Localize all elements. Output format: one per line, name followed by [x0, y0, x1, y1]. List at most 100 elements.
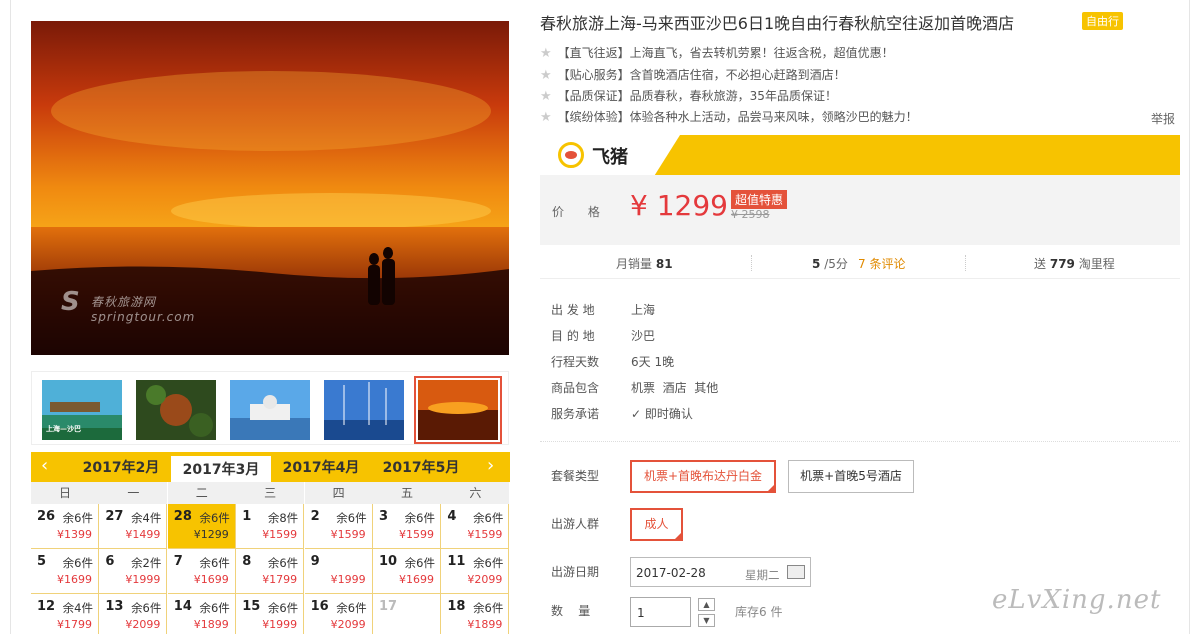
calendar-day-cell[interactable]: 15 余6件 ¥1999: [236, 594, 305, 634]
calendar-day-cell[interactable]: 4 余6件 ¥1599: [441, 504, 510, 549]
calendar-day-number: 2: [310, 509, 320, 524]
calendar-price: ¥1999: [330, 573, 366, 586]
chevron-right-icon[interactable]: ›: [487, 455, 494, 476]
calendar-day-cell[interactable]: 28 余6件 ¥1299: [167, 504, 236, 549]
price-label: 价 格: [552, 205, 610, 219]
calendar-day-number: 5: [37, 554, 47, 569]
date-field[interactable]: 2017-02-28 星期二: [630, 557, 811, 587]
current-price: ¥ 1299: [630, 189, 728, 222]
calendar-month-tab[interactable]: 2017年5月: [371, 454, 471, 482]
calendar-stock: 余6件: [267, 601, 299, 615]
free-travel-badge: 自由行: [1082, 12, 1123, 30]
calendar-stock: 余6件: [473, 511, 504, 525]
calendar-stock: 余4件: [131, 511, 162, 525]
calendar-header: ‹ 2017年2月 2017年3月 2017年4月 2017年5月 ›: [31, 452, 510, 482]
thumbnail-5[interactable]: [414, 376, 502, 444]
weekday-value: 星期二: [745, 568, 780, 582]
calendar-month-tab[interactable]: 2017年2月: [71, 454, 171, 482]
calendar-stock: 余6件: [199, 556, 230, 570]
increment-icon[interactable]: ▲: [698, 598, 715, 611]
calendar-day-cell[interactable]: 13 余6件 ¥2099: [99, 594, 168, 634]
calendar-day-cell[interactable]: 10 余6件 ¥1699: [373, 549, 441, 594]
quantity-label: 数 量: [551, 604, 591, 618]
calendar-day-cell[interactable]: 11 余6件 ¥2099: [441, 549, 510, 594]
calendar-day-number: 4: [447, 509, 457, 524]
calendar-stock: 余6件: [267, 556, 299, 570]
thumbnail-strip: 上海—沙巴: [31, 371, 509, 445]
pig-logo-icon: [558, 142, 584, 168]
attr-value: 沙巴: [631, 329, 656, 343]
calendar-stock: 余6件: [473, 556, 504, 570]
feature-text: 体验各种水上活动，品尝马来风味，领略沙巴的魅力！: [629, 110, 918, 124]
quantity-input[interactable]: 1: [630, 597, 691, 627]
attr-key: 商品包含: [551, 381, 600, 395]
calendar-day-number: 9: [310, 554, 320, 569]
package-option[interactable]: 机票+首晚布达丹白金: [630, 460, 776, 493]
calendar-day-cell[interactable]: 16 余6件 ¥2099: [304, 594, 373, 634]
calendar-month-tab[interactable]: 2017年3月: [171, 454, 271, 482]
product-title: 春秋旅游上海-马来西亚沙巴6日1晚自由行春秋航空往返加首晚酒店: [540, 14, 1015, 33]
check-circle-icon: ✓: [631, 407, 642, 421]
calendar-day-number: 10: [379, 554, 398, 569]
calendar-day-cell[interactable]: 12 余4件 ¥1799: [31, 594, 99, 634]
calendar-price: ¥2099: [467, 573, 503, 586]
calendar-day-number: 17: [379, 599, 398, 614]
package-label: 套餐类型: [551, 469, 600, 483]
feature-text: 含首晚酒店住宿，不必担心赶路到酒店！: [629, 68, 846, 82]
calendar-day-number: 3: [379, 509, 389, 524]
date-value: 2017-02-28: [636, 566, 706, 580]
feature-label: 【品质保证】: [557, 89, 630, 103]
thumbnail-1[interactable]: 上海—沙巴: [42, 380, 122, 440]
calendar-day-cell[interactable]: 27 余4件 ¥1499: [99, 504, 168, 549]
calendar-day-cell: 17: [373, 594, 441, 634]
feature-label: 【贴心服务】: [557, 68, 630, 82]
calendar-day-cell[interactable]: 26 余6件 ¥1399: [31, 504, 99, 549]
calendar-price: ¥1799: [262, 573, 298, 586]
calendar-stock: 余6件: [199, 511, 230, 525]
calendar-price: ¥1699: [399, 573, 434, 586]
feature-label: 【缤纷体验】: [557, 110, 630, 124]
calendar-day-cell[interactable]: 6 余2件 ¥1999: [99, 549, 168, 594]
calendar-day-number: 12: [37, 599, 56, 614]
calendar-day-cell[interactable]: 9 ¥1999: [304, 549, 373, 594]
calendar-price: ¥1999: [125, 573, 161, 586]
calendar-month-tab[interactable]: 2017年4月: [271, 454, 371, 482]
star-icon: ★: [540, 68, 552, 83]
calendar-day-cell[interactable]: 2 余6件 ¥1599: [304, 504, 373, 549]
calendar-icon[interactable]: [787, 565, 805, 579]
miles-reward: 送 779 淘里程: [1034, 257, 1115, 271]
weekday-header: 日: [31, 482, 99, 504]
calendar-day-cell[interactable]: 8 余6件 ¥1799: [236, 549, 305, 594]
calendar-day-cell[interactable]: 7 余6件 ¥1699: [167, 549, 236, 594]
calendar-day-cell[interactable]: 3 余6件 ¥1599: [373, 504, 441, 549]
thumbnail-4[interactable]: [324, 380, 404, 440]
decrement-icon[interactable]: ▼: [698, 614, 715, 627]
group-label: 出游人群: [551, 517, 600, 531]
calendar-stock: 余6件: [404, 556, 435, 570]
price-box: 价 格 ¥ 1299 超值特惠 ¥ 2598: [540, 175, 1180, 245]
calendar-day-cell[interactable]: 18 余6件 ¥1899: [441, 594, 510, 634]
calendar-day-cell[interactable]: 14 余6件 ¥1899: [167, 594, 236, 634]
calendar-price: ¥2099: [330, 618, 366, 631]
product-page: S 春秋旅游网 springtour.com 上海—沙巴 ‹ 2017年2月 2…: [0, 0, 1198, 634]
calendar-day-cell[interactable]: 5 余6件 ¥1699: [31, 549, 99, 594]
calendar-stock: 余6件: [336, 511, 367, 525]
reviews-link[interactable]: 7 条评论: [858, 255, 905, 272]
group-option[interactable]: 成人: [630, 508, 683, 541]
calendar-stock: 余8件: [267, 511, 299, 525]
original-price: ¥ 2598: [731, 208, 770, 221]
thumbnail-caption: 上海—沙巴: [46, 425, 81, 433]
attr-value: 6天 1晚: [631, 355, 675, 369]
thumbnail-2[interactable]: [136, 380, 216, 440]
brand-bar: 飞猪: [540, 135, 1180, 175]
calendar-day-number: 13: [105, 599, 124, 614]
package-option[interactable]: 机票+首晚5号酒店: [788, 460, 914, 493]
thumbnail-3[interactable]: [230, 380, 310, 440]
calendar-price: ¥1899: [467, 618, 503, 631]
feature-item: ★ 【贴心服务】含首晚酒店住宿，不必担心赶路到酒店！: [540, 66, 846, 83]
chevron-left-icon[interactable]: ‹: [41, 455, 48, 476]
report-link[interactable]: 举报: [1151, 110, 1175, 127]
calendar-day-cell[interactable]: 1 余8件 ¥1599: [236, 504, 305, 549]
calendar-stock: 余6件: [336, 601, 367, 615]
calendar-price: ¥1399: [57, 528, 92, 541]
